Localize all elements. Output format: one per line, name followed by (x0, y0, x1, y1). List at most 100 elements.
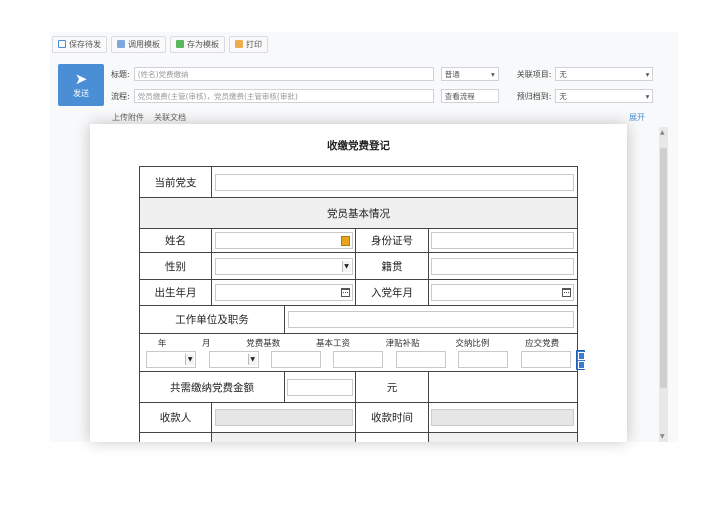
fee-detail-row: 年 月 党费基数 基本工资 津贴补贴 交纳比例 应交党费 ▼ ▼ (139, 333, 578, 372)
save-template-button[interactable]: 存为模板 (170, 35, 225, 53)
col-month: 月 (202, 338, 211, 349)
print-icon (235, 40, 243, 48)
yuan-label: 元 (355, 371, 429, 403)
allowance-input[interactable] (395, 350, 446, 368)
archive-value: 无 (559, 91, 567, 101)
total-input[interactable] (287, 378, 354, 396)
col-allowance: 津贴补贴 (385, 338, 420, 349)
name-row: 姓名 身份证号 (138, 228, 579, 253)
receive-time-label: 收款时间 (355, 402, 429, 433)
print-button[interactable]: 打印 (229, 35, 268, 53)
print-label: 打印 (246, 39, 262, 49)
flow-row: 流程: 党员缴费(主管(审核)，党员缴费(主管审核(审批) 查看流程 预归档到:… (111, 89, 654, 103)
chevron-down-icon: ▼ (185, 353, 195, 365)
toolbar: 保存待发 调用模板 存为模板 打印 (52, 34, 268, 54)
branch-label: 当前党支 (138, 166, 213, 198)
receiver-label: 收款人 (138, 402, 213, 433)
priority-select[interactable]: 普通 ▾ (440, 67, 499, 81)
ratio-input[interactable] (458, 350, 509, 368)
col-year: 年 (157, 338, 167, 349)
chevron-down-icon: ▼ (247, 353, 257, 365)
calendar-icon[interactable] (562, 288, 572, 297)
branch-row: 当前党支 (138, 166, 578, 198)
save-pending-label: 保存待发 (69, 39, 101, 49)
flow-input[interactable]: 党员缴费(主管(审核)，党员缴费(主管审核(审批) (133, 89, 434, 103)
use-template-label: 调用模板 (128, 39, 160, 49)
join-date-input[interactable] (431, 284, 575, 301)
due-input[interactable] (520, 350, 571, 368)
native-label: 籍贯 (355, 252, 429, 280)
next-row (138, 432, 579, 442)
gender-select[interactable]: ▼ (214, 257, 353, 275)
title-input[interactable]: (姓名)党费缴纳 (133, 67, 434, 81)
birth-row: 出生年月 入党年月 (138, 279, 579, 306)
title-label: 标题: (111, 69, 130, 79)
col-due: 应交党费 (525, 338, 560, 349)
fee-inputs: ▼ ▼ (140, 350, 577, 371)
name-label: 姓名 (138, 228, 213, 253)
birth-label: 出生年月 (138, 279, 213, 306)
native-input[interactable] (431, 257, 575, 275)
work-label: 工作单位及职务 (138, 305, 286, 334)
use-template-button[interactable]: 调用模板 (111, 35, 166, 53)
send-label: 发送 (73, 89, 89, 98)
receiver-row: 收款人 收款时间 (138, 402, 579, 433)
save-icon (58, 40, 66, 48)
gender-row: 性别 ▼ 籍贯 (138, 252, 579, 280)
scrollbar-thumb[interactable] (660, 148, 667, 388)
chevron-down-icon: ▾ (645, 91, 650, 101)
priority-value: 普通 (444, 69, 460, 79)
title-value: (姓名)党费缴纳 (137, 69, 189, 79)
related-value: 无 (559, 69, 567, 79)
save-template-icon (176, 40, 184, 48)
work-row: 工作单位及职务 (138, 305, 578, 334)
add-remove-row-icon[interactable] (576, 350, 585, 370)
total-label: 共需缴纳党费金额 (138, 371, 286, 403)
year-select[interactable]: ▼ (146, 350, 197, 368)
related-doc-link[interactable]: 关联文档 (154, 112, 186, 123)
scroll-down-icon[interactable]: ▼ (660, 433, 665, 440)
month-select[interactable]: ▼ (208, 350, 259, 368)
document-card: 收缴党费登记 当前党支 党员基本情况 姓名 身份证号 性别 ▼ 籍贯 出生年月 … (90, 124, 627, 442)
col-base: 党费基数 (246, 338, 281, 349)
join-label: 入党年月 (355, 279, 429, 306)
save-pending-button[interactable]: 保存待发 (52, 35, 107, 53)
document-title: 收缴党费登记 (327, 140, 390, 152)
flow-label: 流程: (111, 91, 130, 101)
id-input[interactable] (431, 232, 575, 249)
branch-input[interactable] (215, 173, 575, 191)
title-row: 标题: (姓名)党费缴纳 普通 ▾ 关联项目: 无 ▾ (111, 67, 654, 81)
picker-icon[interactable] (340, 236, 350, 246)
name-input[interactable] (214, 232, 353, 249)
view-flow-button[interactable]: 查看流程 (440, 89, 499, 103)
base-input[interactable] (271, 350, 322, 368)
paper-plane-icon: ➤ (74, 70, 88, 88)
send-button[interactable]: ➤ 发送 (58, 64, 104, 106)
calendar-icon[interactable] (340, 288, 350, 297)
related-select[interactable]: 无 ▾ (555, 67, 654, 81)
receive-time-input (431, 409, 575, 426)
flow-value: 党员缴费(主管(审核)，党员缴费(主管审核(审批) (137, 91, 298, 101)
save-template-label: 存为模板 (187, 39, 219, 49)
view-flow-label: 查看流程 (444, 91, 475, 101)
section-row: 党员基本情况 (139, 197, 578, 229)
col-salary: 基本工资 (315, 338, 350, 349)
expand-link[interactable]: 展开 (629, 112, 645, 123)
archive-select[interactable]: 无 ▾ (555, 89, 654, 103)
fee-column-headers: 年 月 党费基数 基本工资 津贴补贴 交纳比例 应交党费 (140, 335, 577, 351)
work-input[interactable] (288, 311, 575, 328)
col-ratio: 交纳比例 (455, 338, 490, 349)
chevron-down-icon: ▾ (490, 69, 495, 79)
chevron-down-icon: ▾ (645, 69, 650, 79)
salary-input[interactable] (333, 350, 384, 368)
scroll-up-icon[interactable]: ▲ (660, 129, 665, 136)
gender-label: 性别 (138, 252, 213, 280)
receiver-input (214, 409, 353, 426)
template-icon (117, 40, 125, 48)
related-label: 关联项目: (516, 69, 552, 79)
birth-date-input[interactable] (214, 284, 353, 301)
upload-attachment-link[interactable]: 上传附件 (112, 112, 144, 123)
id-label: 身份证号 (355, 228, 429, 253)
app-root: 保存待发 调用模板 存为模板 打印 ➤ 发送 标题: (姓名)党费缴纳 普通 ▾ … (0, 0, 720, 508)
section-header: 党员基本情况 (139, 197, 578, 229)
